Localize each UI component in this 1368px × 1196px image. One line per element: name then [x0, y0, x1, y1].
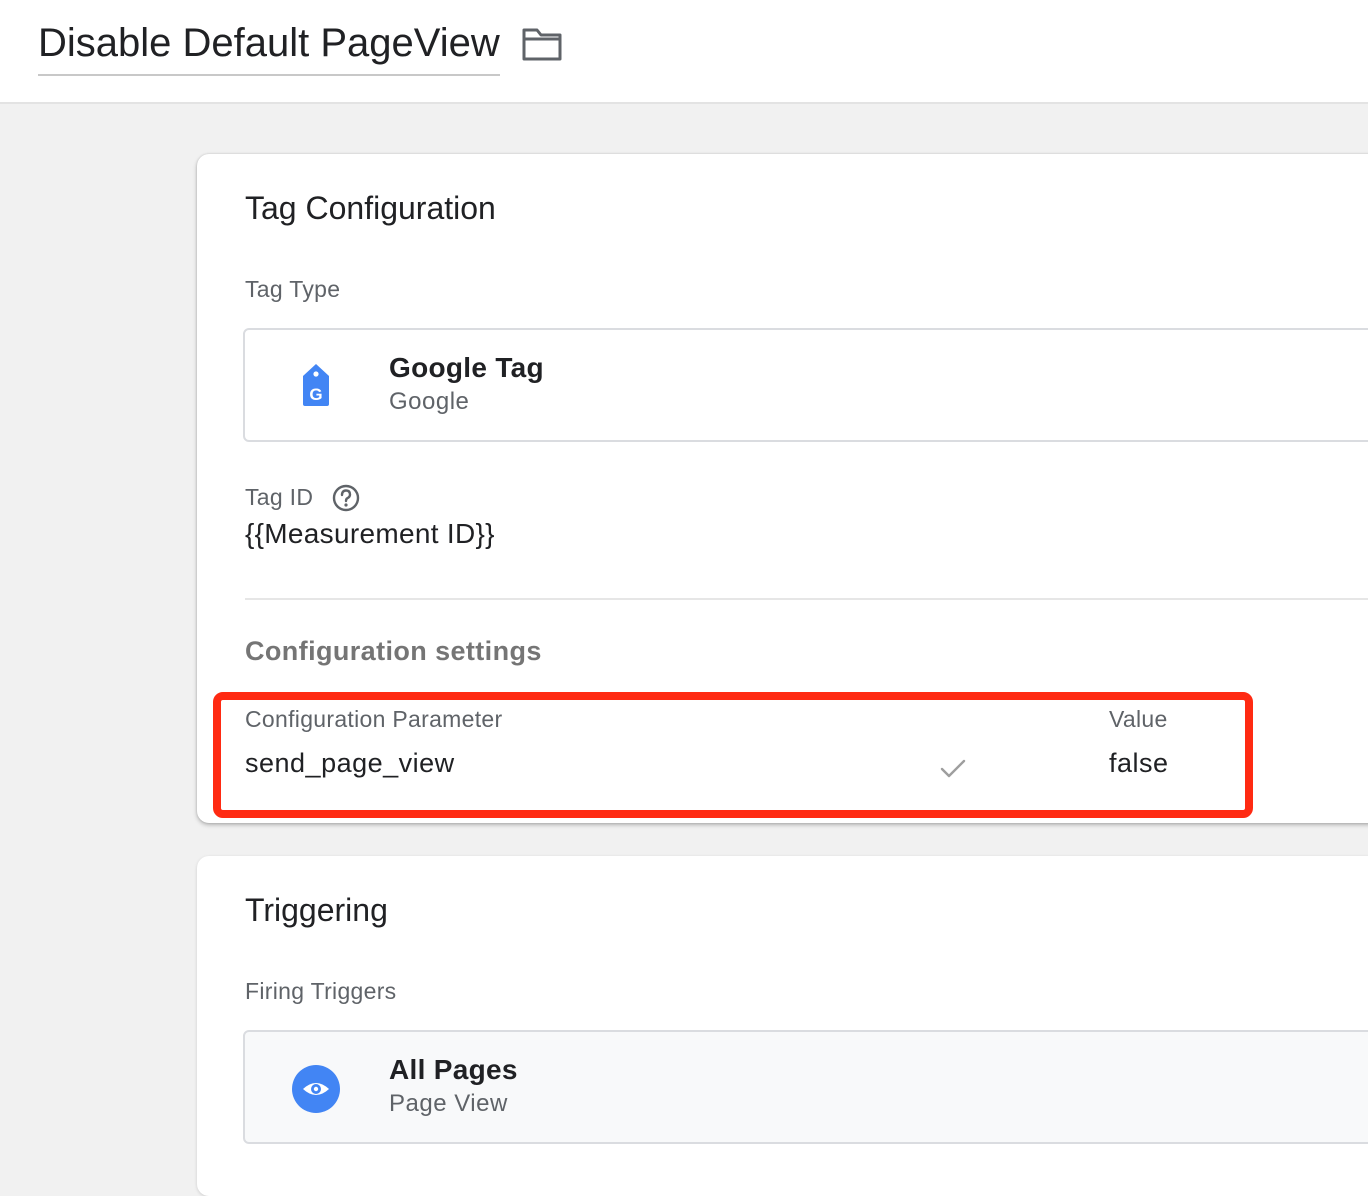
top-bar: Disable Default PageView: [0, 0, 1368, 104]
help-icon[interactable]: [332, 484, 360, 512]
tag-id-value[interactable]: {{Measurement ID}}: [245, 518, 495, 550]
trigger-name: All Pages: [389, 1054, 518, 1085]
folder-icon[interactable]: [521, 26, 563, 62]
card-title-tag-configuration: Tag Configuration: [245, 190, 496, 226]
trigger-type: Page View: [389, 1090, 508, 1117]
tag-type-name: Google Tag: [389, 352, 544, 383]
tag-type-selector[interactable]: G Google Tag Google: [243, 328, 1368, 442]
eye-icon: [292, 1065, 340, 1113]
google-tag-icon: G: [303, 364, 329, 406]
triggering-card[interactable]: Triggering Firing Triggers All Pages Pag…: [197, 856, 1368, 1196]
column-header-value: Value: [1109, 706, 1168, 732]
column-header-parameter: Configuration Parameter: [245, 706, 503, 732]
tag-type-label: Tag Type: [245, 276, 341, 302]
divider: [245, 598, 1368, 600]
tag-type-vendor: Google: [389, 388, 470, 415]
parameter-value-cell[interactable]: false: [1109, 748, 1169, 779]
tag-id-label: Tag ID: [245, 484, 314, 510]
tag-name-field[interactable]: Disable Default PageView: [38, 18, 500, 76]
parameter-name-cell[interactable]: send_page_view: [245, 748, 455, 779]
configuration-settings-heading: Configuration settings: [245, 636, 542, 666]
trigger-item-all-pages[interactable]: All Pages Page View: [243, 1030, 1368, 1144]
tag-configuration-card[interactable]: Tag Configuration Tag Type G Google Tag …: [197, 154, 1368, 823]
firing-triggers-label: Firing Triggers: [245, 978, 397, 1004]
card-title-triggering: Triggering: [245, 892, 388, 928]
check-icon: [940, 759, 966, 778]
svg-text:G: G: [309, 385, 322, 404]
